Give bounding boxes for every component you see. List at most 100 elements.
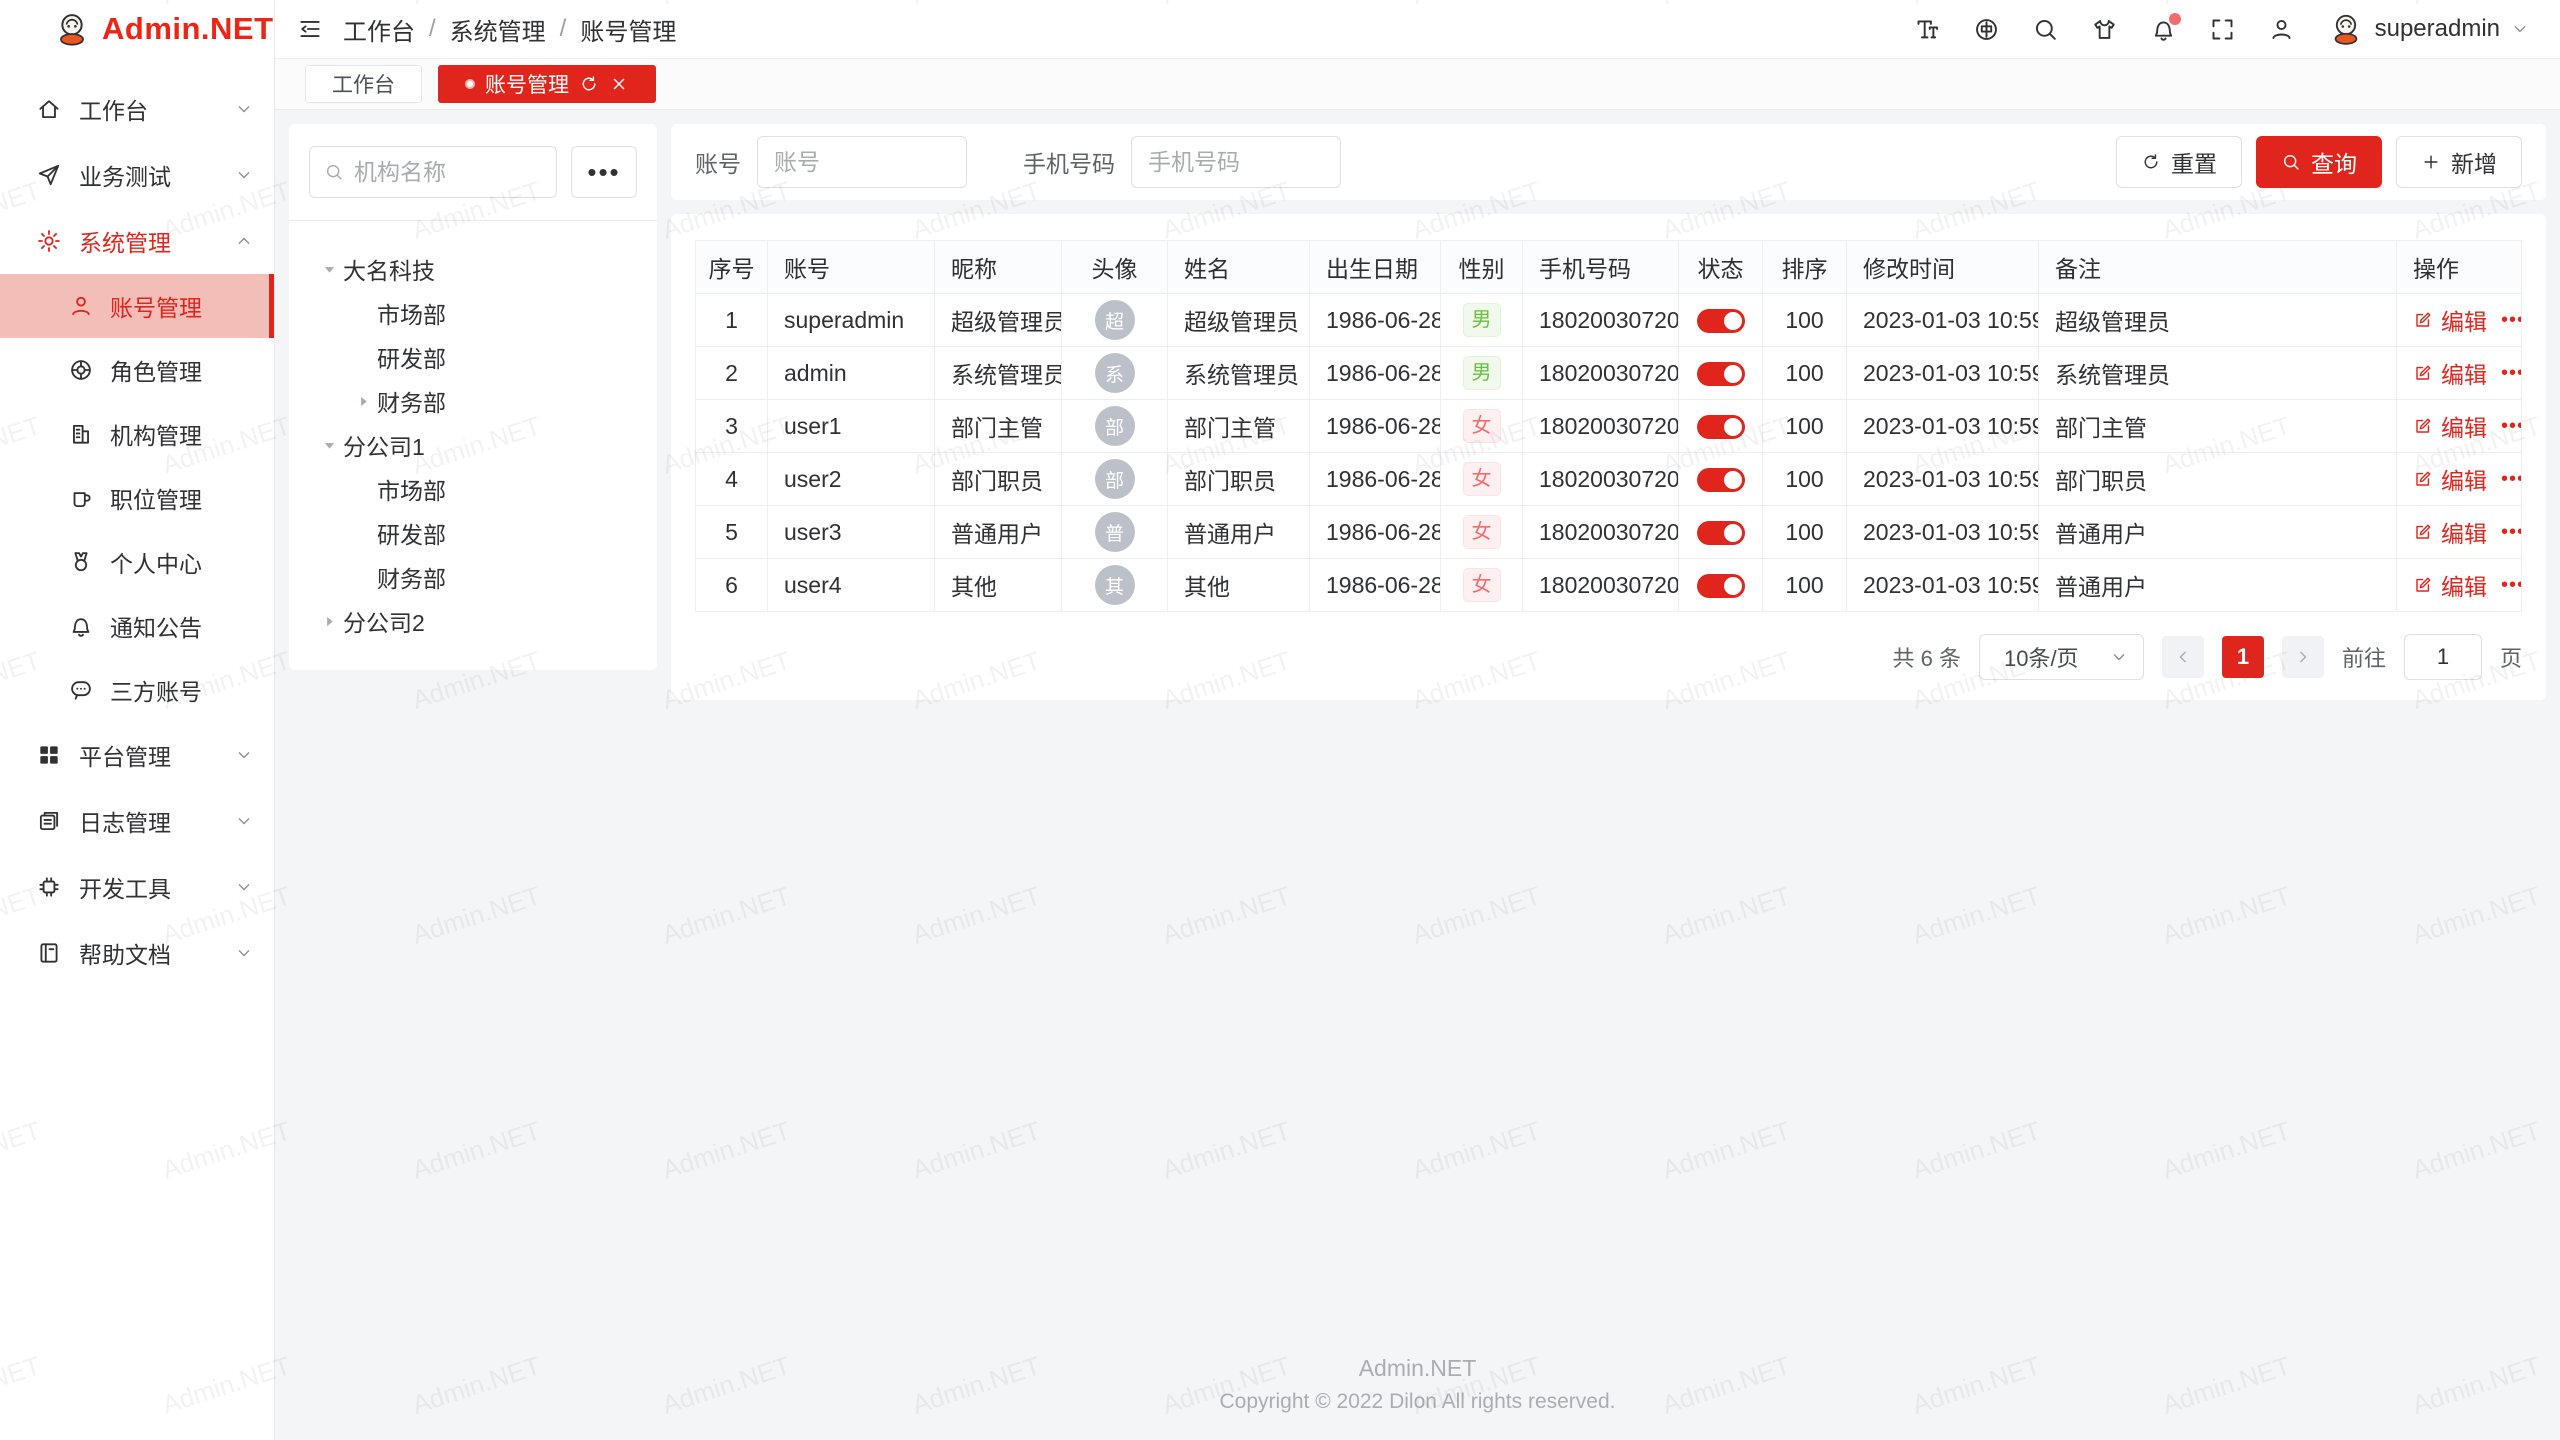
active-tab-dot <box>465 79 475 89</box>
gear-icon <box>36 228 62 254</box>
status-toggle[interactable] <box>1697 574 1745 598</box>
sidebar-item-role-admin[interactable]: 角色管理 <box>0 338 274 402</box>
caret-down-icon[interactable] <box>315 260 343 279</box>
tree-more-button[interactable]: ••• <box>571 146 637 198</box>
caret-right-icon[interactable] <box>349 392 377 411</box>
more-actions-button[interactable]: ••• <box>2501 415 2522 438</box>
edit-button[interactable]: 编辑 <box>2441 356 2487 390</box>
search-button[interactable] <box>2032 16 2059 43</box>
cell-modified: 2023-01-03 10:59:44 <box>1847 400 2039 453</box>
tree-node[interactable]: 分公司1 <box>309 423 637 467</box>
tab-workbench[interactable]: 工作台 <box>305 65 422 103</box>
goto-page-input[interactable] <box>2404 634 2482 680</box>
cell-birth: 1986-06-28 <box>1310 559 1441 612</box>
account-input[interactable] <box>757 136 967 188</box>
cell-status <box>1679 453 1763 506</box>
sidebar-item-position-admin[interactable]: 职位管理 <box>0 466 274 530</box>
font-size-button[interactable] <box>1914 16 1941 43</box>
tree-node[interactable]: 大名科技 <box>309 247 637 291</box>
prev-page-button[interactable] <box>2162 636 2204 678</box>
cell-remark: 部门主管 <box>2039 400 2397 453</box>
page-suffix: 页 <box>2500 641 2522 673</box>
tree-node[interactable]: 研发部 <box>309 511 637 555</box>
edit-button[interactable]: 编辑 <box>2441 462 2487 496</box>
sidebar-item-help-docs[interactable]: 帮助文档 <box>0 920 274 986</box>
tab-close-icon[interactable] <box>609 74 629 94</box>
caret-right-icon[interactable] <box>315 612 343 631</box>
sidebar-item-workbench[interactable]: 工作台 <box>0 76 274 142</box>
more-actions-button[interactable]: ••• <box>2501 362 2522 385</box>
phone-input[interactable] <box>1131 136 1341 188</box>
cell-actions: 编辑 ••• <box>2397 506 2522 559</box>
logo[interactable]: Admin.NET <box>0 0 274 58</box>
sidebar-item-log-admin[interactable]: 日志管理 <box>0 788 274 854</box>
status-toggle[interactable] <box>1697 521 1745 545</box>
status-toggle[interactable] <box>1697 415 1745 439</box>
sidebar-item-notice[interactable]: 通知公告 <box>0 594 274 658</box>
avatar: 普 <box>1095 512 1135 552</box>
tree-node-label: 研发部 <box>377 516 446 550</box>
breadcrumb-item[interactable]: 账号管理 <box>580 12 676 47</box>
current-page-button[interactable]: 1 <box>2222 636 2264 678</box>
accounts-table: 序号账号昵称头像姓名出生日期性别手机号码状态排序修改时间备注操作 1supera… <box>695 240 2522 612</box>
cell-modified: 2023-01-03 10:59:44 <box>1847 559 2039 612</box>
sidebar-item-platform-admin[interactable]: 平台管理 <box>0 722 274 788</box>
sidebar-item-account-admin[interactable]: 账号管理 <box>0 274 274 338</box>
tree-node[interactable]: 市场部 <box>309 291 637 335</box>
avatar: 部 <box>1095 459 1135 499</box>
sidebar-item-personal-center[interactable]: 个人中心 <box>0 530 274 594</box>
chat-icon <box>68 677 94 703</box>
sidebar-item-dev-tools[interactable]: 开发工具 <box>0 854 274 920</box>
tree-node[interactable]: 分公司2 <box>309 599 637 643</box>
cell-remark: 超级管理员 <box>2039 294 2397 347</box>
sidebar-item-system-admin[interactable]: 系统管理 <box>0 208 274 274</box>
status-toggle[interactable] <box>1697 309 1745 333</box>
page-size-select[interactable]: 10条/页 <box>1979 634 2144 680</box>
account-label: 账号 <box>695 145 741 179</box>
gender-badge: 女 <box>1463 568 1501 602</box>
reset-button[interactable]: 重置 <box>2116 136 2242 188</box>
caret-down-icon[interactable] <box>315 436 343 455</box>
notification-button[interactable] <box>2150 16 2177 43</box>
tab-account-admin[interactable]: 账号管理 <box>438 65 656 103</box>
more-actions-button[interactable]: ••• <box>2501 521 2522 544</box>
sidebar-item-third-party-account[interactable]: 三方账号 <box>0 658 274 722</box>
cell-account: user3 <box>768 506 935 559</box>
search-icon <box>324 162 344 182</box>
tree-node[interactable]: 财务部 <box>309 555 637 599</box>
profile-button[interactable] <box>2268 16 2295 43</box>
edit-button[interactable]: 编辑 <box>2441 515 2487 549</box>
user-menu[interactable]: superadmin <box>2327 10 2530 48</box>
org-search-input[interactable] <box>354 159 542 186</box>
next-page-button[interactable] <box>2282 636 2324 678</box>
status-toggle[interactable] <box>1697 362 1745 386</box>
breadcrumb-item[interactable]: 工作台 <box>343 12 415 47</box>
fullscreen-button[interactable] <box>2209 16 2236 43</box>
org-search-box <box>309 146 557 198</box>
language-button[interactable] <box>1973 16 2000 43</box>
gender-badge: 女 <box>1463 515 1501 549</box>
cell-no: 2 <box>696 347 768 400</box>
more-actions-button[interactable]: ••• <box>2501 468 2522 491</box>
search-button[interactable]: 查询 <box>2256 136 2382 188</box>
edit-button[interactable]: 编辑 <box>2441 303 2487 337</box>
more-actions-button[interactable]: ••• <box>2501 309 2522 332</box>
edit-button[interactable]: 编辑 <box>2441 568 2487 602</box>
more-actions-button[interactable]: ••• <box>2501 574 2522 597</box>
tree-node[interactable]: 市场部 <box>309 467 637 511</box>
tab-refresh-icon[interactable] <box>579 74 599 94</box>
theme-button[interactable] <box>2091 16 2118 43</box>
tree-node[interactable]: 研发部 <box>309 335 637 379</box>
menu-fold-icon[interactable] <box>297 16 323 42</box>
chevron-down-icon <box>234 745 254 765</box>
sidebar-item-business-test[interactable]: 业务测试 <box>0 142 274 208</box>
plus-icon <box>2421 152 2441 172</box>
edit-button[interactable]: 编辑 <box>2441 409 2487 443</box>
add-button[interactable]: 新增 <box>2396 136 2522 188</box>
cell-avatar: 超 <box>1062 294 1168 347</box>
tree-node[interactable]: 财务部 <box>309 379 637 423</box>
sidebar-item-org-admin[interactable]: 机构管理 <box>0 402 274 466</box>
status-toggle[interactable] <box>1697 468 1745 492</box>
cell-order: 100 <box>1763 506 1847 559</box>
breadcrumb-item[interactable]: 系统管理 <box>450 12 546 47</box>
